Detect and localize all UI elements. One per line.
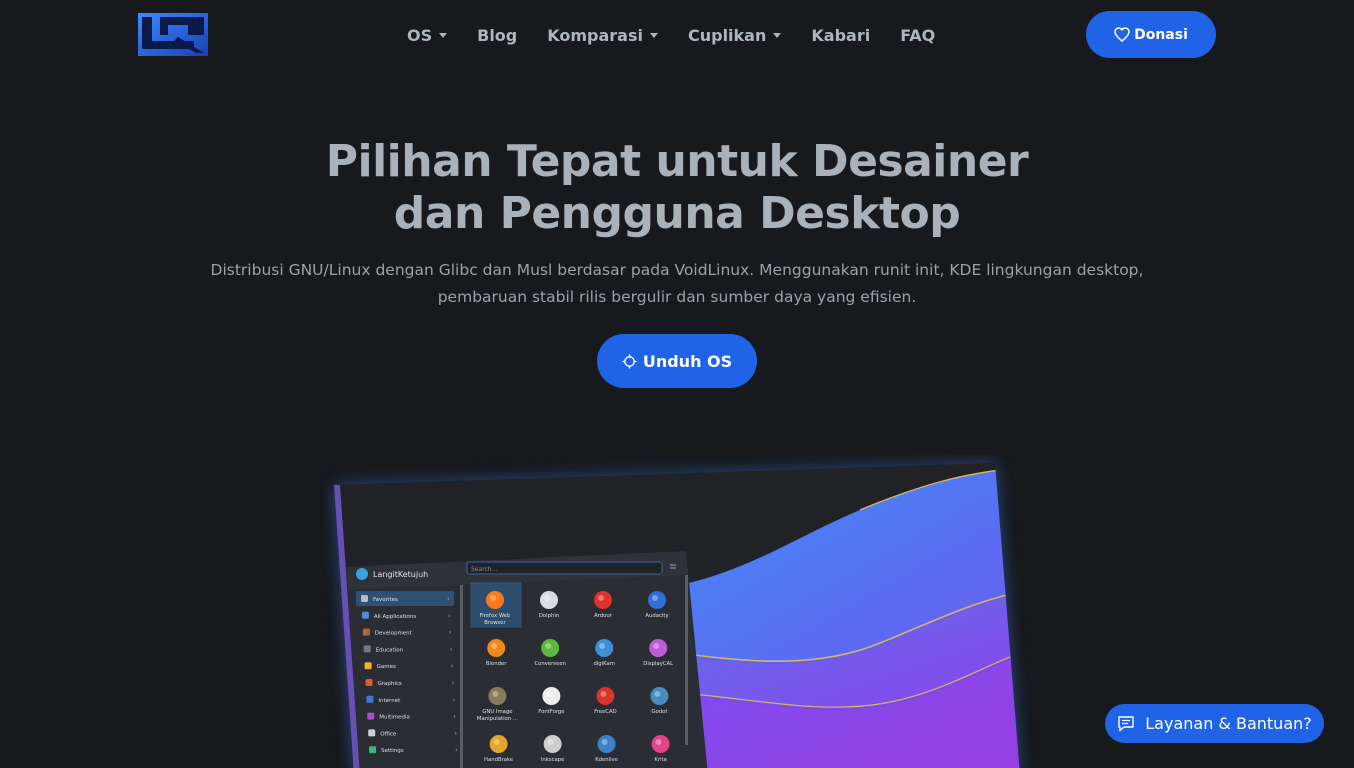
hero-title-line: Pilihan Tepat untuk Desainer	[325, 136, 1029, 187]
app-label: Ardour	[594, 613, 613, 619]
hero-title: Pilihan Tepat untuk Desainer dan Penggun…	[0, 136, 1354, 240]
hero-subtitle: Distribusi GNU/Linux dengan Glibc dan Mu…	[200, 257, 1154, 311]
app-label: Firefox Web	[480, 613, 511, 619]
help-label: Layanan & Bantuan?	[1145, 714, 1312, 733]
app-label: Manipulation ...	[477, 716, 518, 722]
app-label: Converseen	[534, 661, 566, 667]
chevron-down-icon	[773, 32, 782, 38]
launcher-scrollbar[interactable]	[460, 585, 463, 768]
launcher-category-multimedia: Multimedia	[379, 715, 410, 721]
launcher-category-all-applications: All Applications	[374, 614, 416, 620]
app-label: Kdenlive	[595, 757, 618, 763]
app-label: Inkscape	[541, 757, 565, 763]
app-label: FreeCAD	[594, 709, 617, 715]
hero-subtitle-line: pembaruan stabil rilis bergulir dan sumb…	[437, 288, 917, 306]
desktop-preview-image: LangitKetujuh Search... Favorites › All App…	[320, 455, 1040, 768]
launcher-apps-scrollbar[interactable]	[685, 575, 688, 745]
download-os-button[interactable]: Unduh OS	[597, 334, 757, 388]
hero-title-line: dan Pengguna Desktop	[393, 188, 961, 239]
heart-icon	[1114, 27, 1130, 42]
nav-item-label: Komparasi	[547, 25, 643, 45]
app-label: Audacity	[645, 613, 668, 619]
chevron-right-icon: ›	[454, 729, 457, 737]
chevron-right-icon: ›	[450, 645, 453, 653]
app-label: digiKam	[593, 661, 614, 667]
launcher-category-development: Development	[375, 631, 413, 637]
category-icon	[369, 746, 377, 754]
nav-item-blog[interactable]: Blog	[462, 26, 532, 45]
nav-item-label: FAQ	[900, 25, 936, 45]
category-icon	[361, 611, 369, 619]
launcher-category-graphics: Graphics	[378, 681, 402, 687]
nav-item-label: Blog	[477, 25, 518, 45]
launcher-category-selected[interactable]	[356, 591, 454, 606]
chevron-right-icon: ›	[452, 696, 455, 704]
category-icon	[365, 679, 373, 686]
nav-item-cuplikan[interactable]: Cuplikan	[673, 26, 796, 45]
launcher-category-favorites: Favorites	[373, 597, 398, 603]
chevron-down-icon	[649, 32, 658, 38]
launcher-search-placeholder: Search...	[471, 566, 497, 573]
category-icon	[361, 595, 368, 602]
category-icon	[366, 695, 374, 703]
nav-item-label: OS	[407, 25, 433, 45]
site-logo[interactable]	[138, 13, 208, 56]
nav-item-kabari[interactable]: Kabari	[796, 26, 885, 45]
chevron-right-icon: ›	[448, 612, 451, 620]
navbar: OS Blog Komparasi Cuplikan Kabari FAQ Do…	[0, 0, 1354, 70]
nav-item-faq[interactable]: FAQ	[885, 26, 950, 45]
app-label: Blender	[486, 661, 507, 667]
chat-icon	[1118, 716, 1134, 732]
hero-subtitle-line: Distribusi GNU/Linux dengan Glibc dan Mu…	[210, 261, 1144, 279]
chevron-down-icon	[439, 32, 448, 38]
launcher-category-education: Education	[376, 647, 404, 653]
app-label: HandBrake	[484, 757, 513, 763]
app-label: Krita	[654, 757, 666, 763]
app-label: Dolphin	[539, 613, 559, 619]
app-label: GNU Image	[482, 709, 512, 715]
crosshair-icon	[622, 353, 637, 369]
app-label: Godot	[651, 709, 667, 715]
help-chat-button[interactable]: Layanan & Bantuan?	[1105, 704, 1324, 743]
chevron-right-icon: ›	[449, 629, 452, 637]
nav-item-komparasi[interactable]: Komparasi	[532, 26, 673, 45]
launcher-category-office: Office	[380, 731, 397, 737]
logo-icon	[138, 13, 208, 56]
app-label: FontForge	[538, 709, 564, 715]
nav-item-label: Kabari	[811, 25, 871, 45]
launcher-app-godot[interactable]: Godot	[650, 687, 669, 715]
app-label: Browser	[484, 620, 506, 626]
launcher-app-ardour[interactable]: Ardour	[594, 591, 613, 619]
app-label: DisplayCAL	[643, 661, 673, 667]
launcher-user-name: LangitKetujuh	[373, 570, 428, 579]
launcher-app-dolphin[interactable]: Dolphin	[539, 591, 559, 619]
nav-item-os[interactable]: OS	[392, 26, 462, 45]
chevron-right-icon: ›	[455, 746, 458, 754]
launcher-category-games: Games	[377, 664, 396, 670]
category-icon	[367, 712, 375, 720]
launcher-category-settings: Settings	[381, 748, 404, 754]
launcher-category-internet: Internet	[378, 698, 401, 704]
chevron-right-icon: ›	[453, 713, 456, 721]
nav-menu: OS Blog Komparasi Cuplikan Kabari FAQ	[392, 0, 950, 70]
category-icon	[368, 729, 376, 737]
category-icon	[362, 628, 370, 636]
category-icon	[363, 645, 371, 653]
desktop-preview-svg: LangitKetujuh Search... Favorites › All App…	[334, 463, 1020, 768]
donate-button[interactable]: Donasi	[1086, 11, 1216, 58]
user-avatar	[356, 568, 368, 580]
download-label: Unduh OS	[642, 351, 733, 371]
chevron-right-icon: ›	[447, 595, 450, 603]
donate-label: Donasi	[1134, 26, 1188, 43]
category-icon	[364, 662, 372, 670]
chevron-right-icon: ›	[452, 679, 455, 687]
nav-item-label: Cuplikan	[687, 25, 767, 45]
chevron-right-icon: ›	[451, 662, 454, 670]
